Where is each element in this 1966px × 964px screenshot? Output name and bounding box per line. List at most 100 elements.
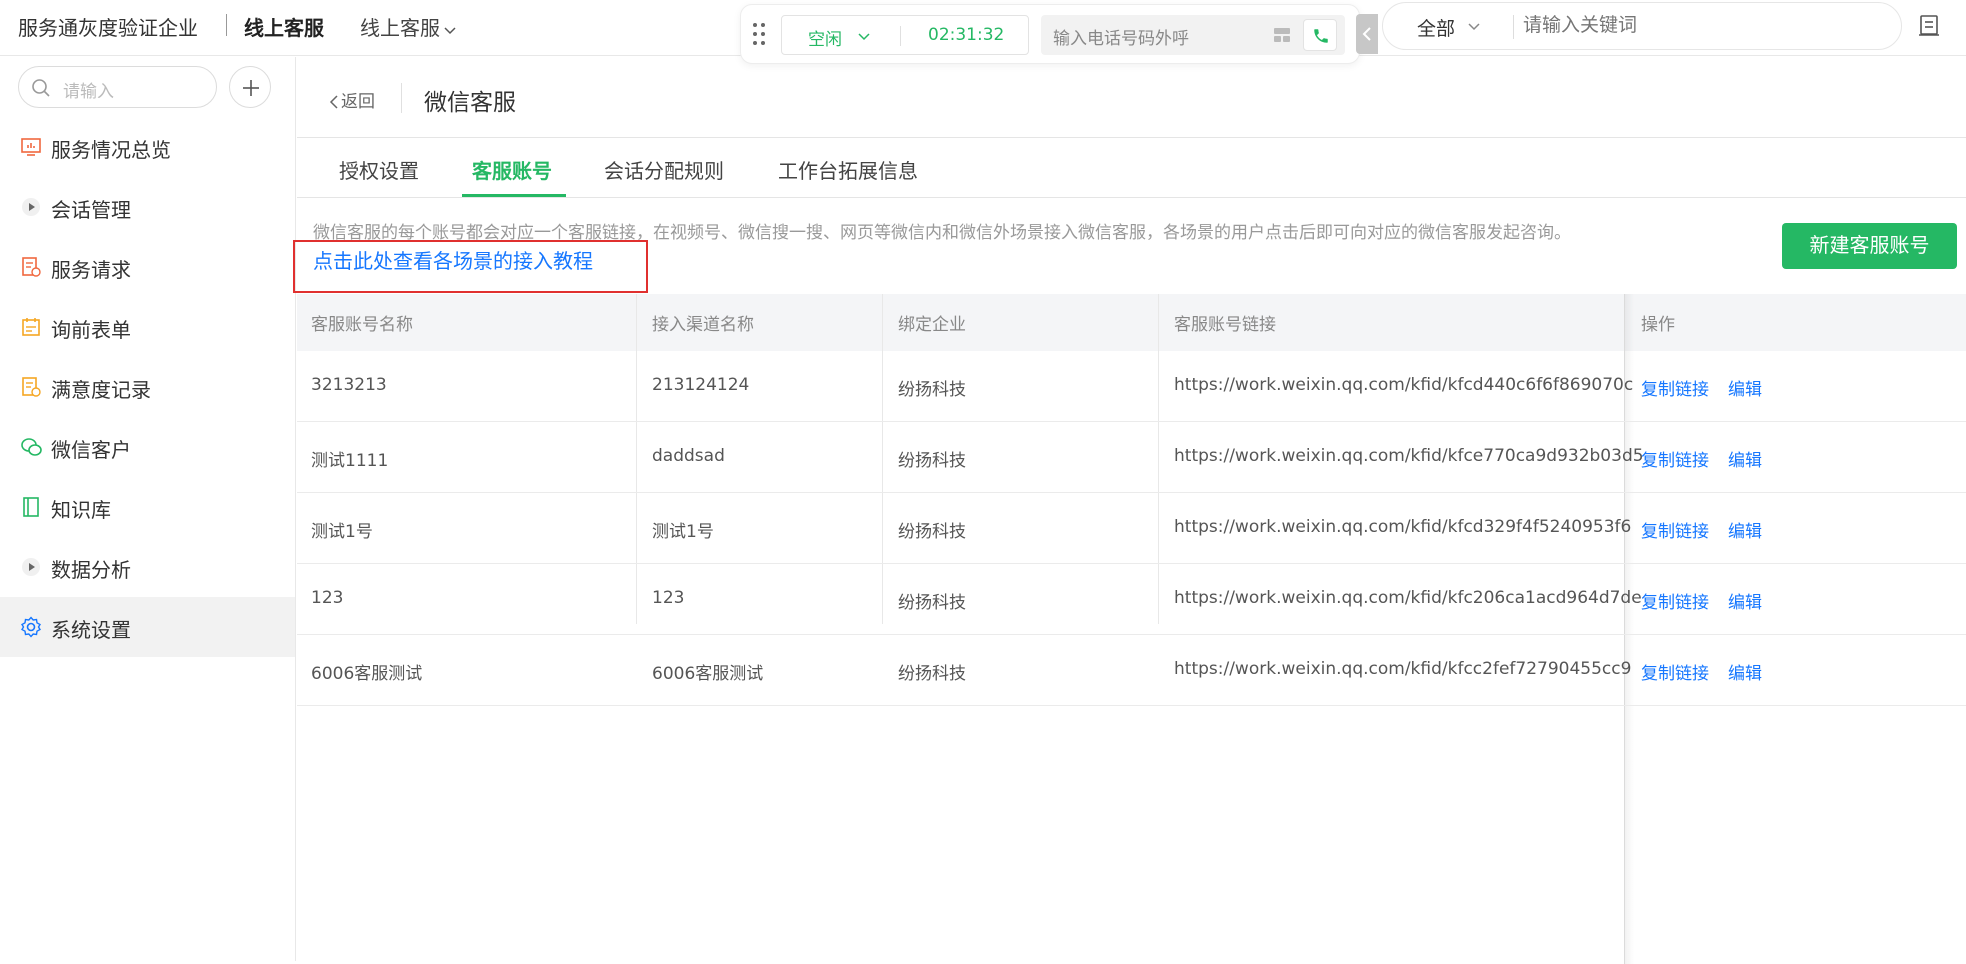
account-name: 测试1号 [311, 522, 373, 542]
divider [297, 197, 1966, 198]
tab-workbench-extension[interactable]: 工作台拓展信息 [778, 155, 918, 197]
keypad-icon[interactable] [1273, 27, 1291, 43]
sidebar-item-pre-chat-form[interactable]: 询前表单 [0, 297, 295, 357]
edit-button[interactable]: 编辑 [1728, 659, 1762, 684]
divider [401, 83, 402, 113]
org-name: 服务通灰度验证企业 [18, 16, 198, 40]
top-bar: 服务通灰度验证企业 线上客服 线上客服 空闲 02:31:32 输入电话号码外呼… [0, 0, 1966, 64]
table-row: 6006客服测试 6006客服测试 纷扬科技 https://work.weix… [297, 635, 1966, 706]
edit-button[interactable]: 编辑 [1728, 588, 1762, 613]
chevron-down-icon[interactable] [1467, 20, 1481, 34]
sidebar-item-label: 微信客户 [51, 438, 131, 462]
product-switch-label: 线上客服 [360, 16, 440, 40]
dial-input[interactable]: 输入电话号码外呼 [1053, 24, 1189, 49]
back-button[interactable]: 返回 [329, 87, 375, 112]
channel-name: 6006客服测试 [652, 664, 764, 684]
sidebar: 请输入 服务情况总览 会话管理 服务请求 询前表单 满意度记录 微信客户 知识库… [0, 57, 296, 961]
chevron-down-icon [444, 26, 456, 34]
account-link: https://work.weixin.qq.com/kfid/kfce770c… [1174, 446, 1644, 466]
sidebar-item-label: 会话管理 [51, 198, 131, 222]
copy-link-button[interactable]: 复制链接 [1641, 659, 1709, 684]
copy-link-button[interactable]: 复制链接 [1641, 446, 1709, 471]
rating-icon [22, 377, 41, 397]
sidebar-item-satisfaction[interactable]: 满意度记录 [0, 357, 295, 417]
sidebar-item-overview[interactable]: 服务情况总览 [0, 117, 295, 177]
sidebar-item-wechat-customers[interactable]: 微信客户 [0, 417, 295, 477]
sidebar-item-label: 满意度记录 [51, 378, 151, 402]
column-header: 客服账号链接 [1174, 315, 1276, 335]
book-icon [23, 497, 39, 517]
edit-button[interactable]: 编辑 [1728, 517, 1762, 542]
product-switch-dropdown[interactable]: 线上客服 [360, 12, 458, 41]
column-header: 客服账号名称 [311, 315, 413, 335]
column-header: 绑定企业 [898, 315, 966, 335]
company-name: 纷扬科技 [898, 664, 966, 684]
global-search: 全部 [1382, 2, 1902, 50]
collapse-toggle[interactable] [1356, 14, 1378, 54]
tab-authorization[interactable]: 授权设置 [339, 155, 419, 197]
column-header: 接入渠道名称 [652, 315, 754, 335]
dial-panel: 输入电话号码外呼 [1041, 15, 1345, 55]
sidebar-item-data-analysis[interactable]: 数据分析 [0, 537, 295, 597]
copy-link-button[interactable]: 复制链接 [1641, 517, 1709, 542]
sidebar-item-system-settings[interactable]: 系统设置 [0, 597, 295, 657]
add-button[interactable] [229, 66, 271, 108]
drag-handle-icon[interactable] [753, 23, 767, 47]
sidebar-search-placeholder: 请输入 [63, 82, 114, 102]
company-name: 纷扬科技 [898, 522, 966, 542]
search-icon [32, 79, 50, 97]
sidebar-search[interactable]: 请输入 [18, 66, 217, 108]
sidebar-item-label: 知识库 [51, 498, 111, 522]
agent-status-panel: 空闲 02:31:32 [781, 15, 1029, 55]
company-name: 纷扬科技 [898, 451, 966, 471]
agent-status-select[interactable]: 空闲 [808, 25, 842, 50]
table-row: 123 123 纷扬科技 https://work.weixin.qq.com/… [297, 564, 1966, 635]
sidebar-item-label: 服务情况总览 [51, 138, 171, 162]
search-input[interactable] [1523, 14, 1883, 36]
account-name: 测试1111 [311, 451, 389, 471]
company-name: 纷扬科技 [898, 380, 966, 400]
table-row: 3213213 213124124 纷扬科技 https://work.weix… [297, 351, 1966, 422]
column-header: 操作 [1641, 315, 1675, 335]
sidebar-item-knowledge-base[interactable]: 知识库 [0, 477, 295, 537]
table-header: 客服账号名称 接入渠道名称 绑定企业 客服账号链接 操作 [297, 294, 1966, 351]
company-name: 纷扬科技 [898, 593, 966, 613]
copy-link-button[interactable]: 复制链接 [1641, 588, 1709, 613]
notes-icon[interactable] [1918, 14, 1940, 38]
table-row: 测试1111 daddsad 纷扬科技 https://work.weixin.… [297, 422, 1966, 493]
account-link: https://work.weixin.qq.com/kfid/kfc206ca… [1174, 588, 1642, 608]
account-link: https://work.weixin.qq.com/kfid/kfcc2fef… [1174, 659, 1632, 679]
wechat-icon [21, 438, 42, 456]
tab-service-accounts[interactable]: 客服账号 [472, 155, 552, 197]
document-icon [22, 257, 41, 277]
monitor-icon [21, 138, 41, 156]
edit-button[interactable]: 编辑 [1728, 446, 1762, 471]
sidebar-item-service-requests[interactable]: 服务请求 [0, 237, 295, 297]
account-name: 3213213 [311, 375, 387, 395]
channel-name: daddsad [652, 446, 725, 466]
chevron-left-icon [1362, 27, 1371, 41]
chevron-down-icon[interactable] [857, 29, 871, 43]
copy-link-button[interactable]: 复制链接 [1641, 375, 1709, 400]
channel-name: 213124124 [652, 375, 750, 395]
new-account-button[interactable]: 新建客服账号 [1782, 223, 1957, 269]
divider [1513, 15, 1514, 39]
plus-icon [243, 80, 259, 96]
channel-name: 123 [652, 588, 685, 608]
play-icon [22, 558, 40, 576]
call-button[interactable] [1303, 19, 1337, 51]
gear-icon [21, 616, 41, 638]
sidebar-item-sessions[interactable]: 会话管理 [0, 177, 295, 237]
highlight-box [293, 240, 648, 293]
tab-session-rules[interactable]: 会话分配规则 [604, 155, 724, 197]
sidebar-item-label: 数据分析 [51, 558, 131, 582]
sidebar-item-label: 服务请求 [51, 258, 131, 282]
edit-button[interactable]: 编辑 [1728, 375, 1762, 400]
account-name: 123 [311, 588, 344, 608]
main-content: 返回 微信客服 授权设置 客服账号 会话分配规则 工作台拓展信息 微信客服的每个… [293, 57, 1966, 964]
phone-toolbar: 空闲 02:31:32 输入电话号码外呼 [740, 4, 1360, 64]
calendar-icon [22, 318, 40, 336]
divider [297, 137, 1966, 138]
divider [900, 26, 901, 46]
search-scope-select[interactable]: 全部 [1417, 14, 1455, 41]
